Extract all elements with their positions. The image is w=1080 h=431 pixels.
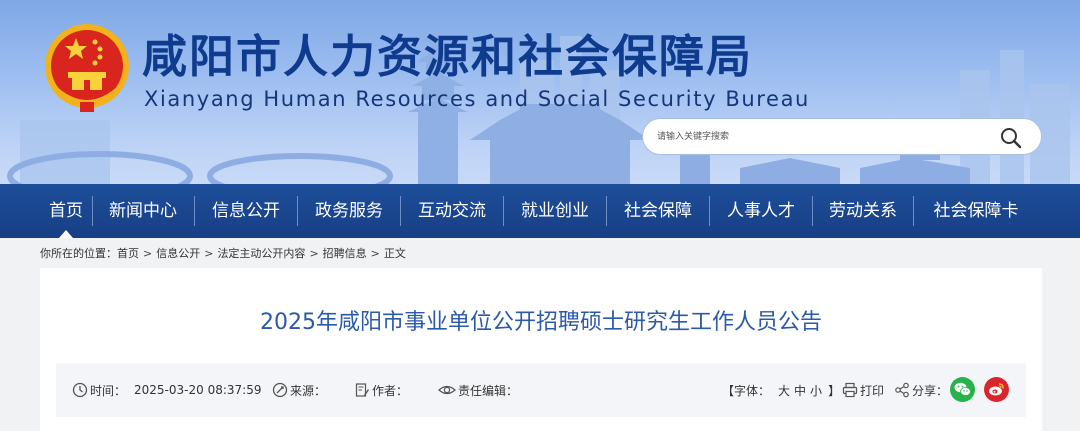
site-subtitle-english: Xianyang Human Resources and Social Secu… <box>144 87 810 111</box>
nav-item-labor-relations[interactable]: 劳动关系 <box>813 184 913 238</box>
breadcrumb-current: 正文 <box>383 247 406 260</box>
meta-time-label: 时间： <box>90 383 127 398</box>
nav-item-personnel[interactable]: 人事人才 <box>710 184 812 238</box>
nav-item-information[interactable]: 信息公开 <box>195 184 297 238</box>
search-input[interactable] <box>657 127 977 147</box>
meta-time-value: 2025-03-20 08:37:59 <box>134 383 262 397</box>
search-icon[interactable] <box>999 126 1023 150</box>
nav-item-social-security[interactable]: 社会保障 <box>607 184 709 238</box>
breadcrumb-prefix: 你所在的位置： <box>40 247 117 260</box>
breadcrumb-information[interactable]: 信息公开 <box>156 247 200 260</box>
source-icon <box>272 382 288 398</box>
weibo-icon <box>989 383 1004 396</box>
article-container: 2025年咸阳市事业单位公开招聘硕士研究生工作人员公告 时间： 2025-03-… <box>40 268 1042 431</box>
breadcrumb: 你所在的位置：首页 > 信息公开 > 法定主动公开内容 > 招聘信息 > 正文 <box>40 246 406 262</box>
printer-icon <box>842 382 858 398</box>
clock-icon <box>72 382 88 398</box>
site-title: 咸阳市人力资源和社会保障局 <box>142 30 754 83</box>
meta-editor: 责任编辑： <box>438 363 518 417</box>
nav-item-social-security-card[interactable]: 社会保障卡 <box>914 184 1038 238</box>
font-small-button[interactable]: 小 <box>810 382 822 399</box>
weibo-share-button[interactable] <box>984 377 1009 402</box>
font-size-close: 】 <box>828 383 841 398</box>
font-large-button[interactable]: 大 <box>778 382 790 399</box>
breadcrumb-home[interactable]: 首页 <box>117 247 139 260</box>
wechat-icon <box>954 382 971 396</box>
nav-item-government-services[interactable]: 政务服务 <box>298 184 400 238</box>
article-meta-bar: 时间： 2025-03-20 08:37:59 来源： 作者： 责任编辑： 【字… <box>56 363 1026 417</box>
meta-author: 作者： <box>354 363 408 417</box>
article-title: 2025年咸阳市事业单位公开招聘硕士研究生工作人员公告 <box>260 310 822 335</box>
share-icon <box>895 382 909 398</box>
breadcrumb-separator: > <box>204 247 214 260</box>
meta-editor-label: 责任编辑： <box>458 383 519 398</box>
breadcrumb-separator: > <box>370 247 380 260</box>
meta-source: 来源： <box>272 363 326 417</box>
breadcrumb-separator: > <box>143 247 153 260</box>
header-banner: 咸阳市人力资源和社会保障局 Xianyang Human Resources a… <box>0 0 1080 184</box>
wechat-share-button[interactable] <box>950 377 975 402</box>
meta-time: 时间： 2025-03-20 08:37:59 <box>72 363 261 417</box>
nav-item-news[interactable]: 新闻中心 <box>93 184 193 238</box>
nav-item-interaction[interactable]: 互动交流 <box>401 184 503 238</box>
font-size-label: 【字体： <box>722 383 771 398</box>
eye-icon <box>438 385 456 395</box>
meta-author-label: 作者： <box>372 383 409 398</box>
nav-item-employment[interactable]: 就业创业 <box>504 184 606 238</box>
share-section: 分享： <box>894 363 948 417</box>
font-size-selector: 【字体： 大 中 小 】 <box>722 363 840 417</box>
main-navigation: 首页 新闻中心 信息公开 政务服务 互动交流 就业创业 社会保障 人事人才 劳动… <box>0 184 1080 238</box>
print-label: 打印 <box>860 383 885 398</box>
national-emblem-icon <box>45 24 129 112</box>
font-medium-button[interactable]: 中 <box>794 382 806 399</box>
share-label: 分享： <box>912 383 949 398</box>
search-bar <box>642 118 1042 155</box>
meta-source-label: 来源： <box>290 383 327 398</box>
breadcrumb-recruitment[interactable]: 招聘信息 <box>323 247 367 260</box>
edit-document-icon <box>355 383 369 397</box>
active-nav-indicator <box>59 230 73 238</box>
breadcrumb-separator: > <box>309 247 319 260</box>
breadcrumb-statutory-disclosure[interactable]: 法定主动公开内容 <box>217 247 305 260</box>
print-button[interactable]: 打印 <box>842 363 884 417</box>
